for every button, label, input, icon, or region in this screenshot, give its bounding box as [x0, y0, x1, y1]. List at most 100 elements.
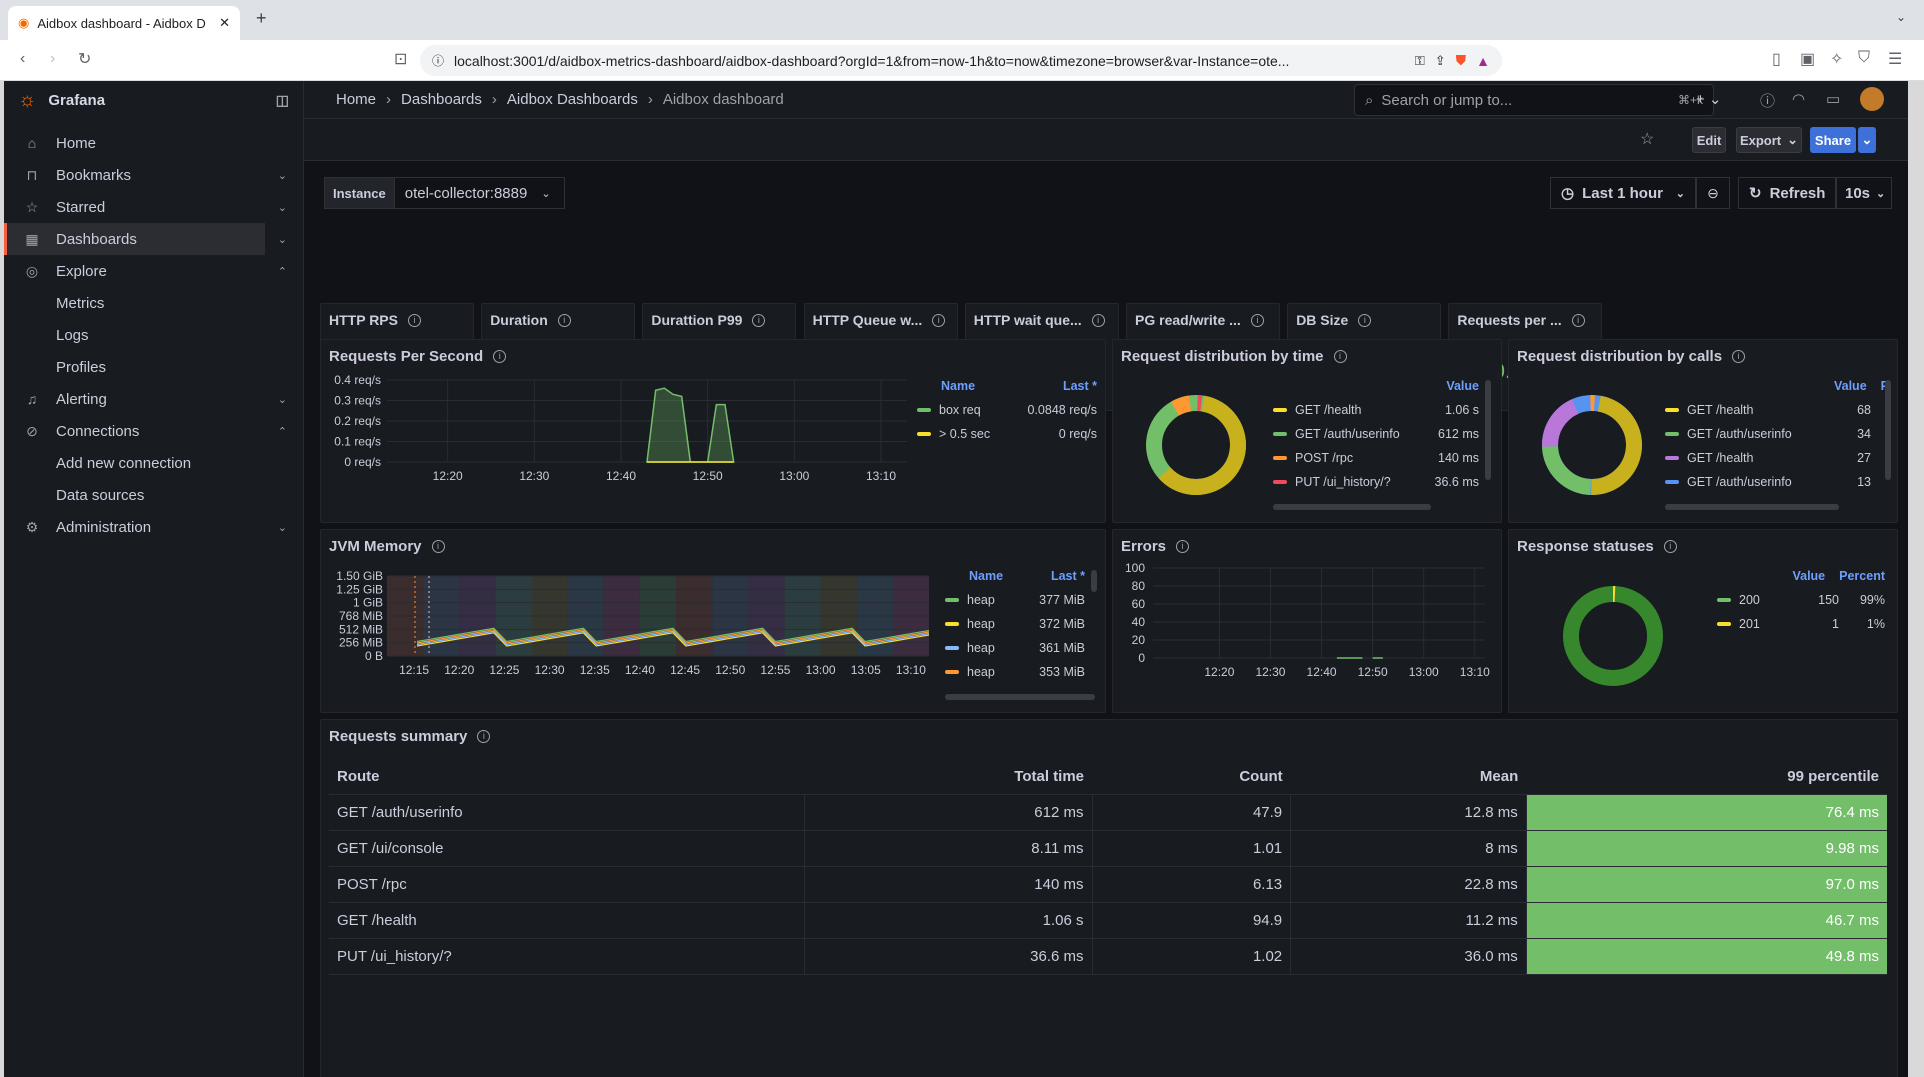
breadcrumb-home[interactable]: Home	[336, 91, 376, 108]
legend-header-name[interactable]: Name	[941, 379, 975, 393]
legend-item[interactable]: heap 377 MiB	[945, 588, 1085, 612]
avatar[interactable]	[1860, 87, 1884, 111]
sidebar-item-add-new-connection[interactable]: Add new connection	[4, 447, 303, 479]
time-range-picker[interactable]: ◷ Last 1 hour ⌄	[1550, 177, 1696, 209]
legend-item[interactable]: GET /health 1.06 s	[1273, 398, 1479, 422]
chevron-up-icon[interactable]: ⌃	[278, 265, 287, 278]
tab-menu-icon[interactable]: ⌄	[1896, 10, 1906, 24]
breadcrumb-dashboards[interactable]: Dashboards	[401, 91, 482, 108]
menu-icon[interactable]: ☰	[1888, 49, 1902, 69]
address-bar[interactable]: ⓘ localhost:3001/d/aidbox-metrics-dashbo…	[420, 45, 1502, 76]
share-page-icon[interactable]: ⇪	[1435, 53, 1446, 69]
sidebar-item-starred[interactable]: ☆ Starred ⌄	[4, 191, 303, 223]
sidebar-item-administration[interactable]: ⚙ Administration ⌄	[4, 511, 303, 543]
info-icon[interactable]: i	[1176, 540, 1190, 553]
scrollbar[interactable]	[1485, 380, 1491, 480]
legend-item[interactable]: PUT /ui_history/? 36.6 ms	[1273, 470, 1479, 494]
scrollbar[interactable]	[1091, 570, 1097, 592]
legend-item[interactable]: GET /auth/userinfo 13	[1665, 470, 1889, 494]
share-button[interactable]: Share	[1810, 127, 1856, 153]
bookmark-page-icon[interactable]: ⊡	[394, 49, 407, 69]
legend-item[interactable]: > 0.5 sec 0 req/s	[917, 422, 1097, 446]
info-icon[interactable]: i	[493, 350, 507, 363]
table-column-header[interactable]: Total time	[804, 760, 1092, 795]
sidebar-item-profiles[interactable]: Profiles	[4, 351, 303, 383]
edit-button[interactable]: Edit	[1692, 127, 1726, 153]
info-icon[interactable]: i	[1250, 313, 1264, 327]
instance-select[interactable]: otel-collector:8889 ⌄	[394, 177, 565, 209]
close-tab-icon[interactable]: ✕	[219, 15, 230, 31]
refresh-button[interactable]: ↻ Refresh	[1738, 177, 1836, 209]
table-column-header[interactable]: Count	[1092, 760, 1291, 795]
info-icon[interactable]: i	[1732, 350, 1746, 363]
sidebar-item-explore[interactable]: ◎ Explore ⌃	[4, 255, 303, 287]
chevron-down-icon[interactable]: ⌄	[278, 201, 287, 214]
search-input[interactable]: ⌕ Search or jump to... ⌘+k	[1354, 84, 1714, 116]
legend-header-percent[interactable]: Percent	[1839, 569, 1885, 583]
export-button[interactable]: Export ⌄	[1736, 127, 1802, 153]
back-icon[interactable]: ‹	[20, 50, 25, 68]
table-column-header[interactable]: Route	[329, 760, 805, 795]
info-icon[interactable]: i	[1663, 540, 1677, 553]
info-icon[interactable]: i	[1091, 313, 1105, 327]
legend-item[interactable]: box req 0.0848 req/s	[917, 398, 1097, 422]
chevron-down-icon[interactable]: ⌄	[278, 393, 287, 406]
chevron-down-icon[interactable]: ⌄	[278, 521, 287, 534]
legend-item[interactable]: GET /health 27	[1665, 446, 1889, 470]
sidebar-item-home[interactable]: ⌂ Home	[4, 127, 303, 159]
share-options-button[interactable]: ⌄	[1858, 127, 1876, 153]
legend-item[interactable]: heap 372 MiB	[945, 612, 1085, 636]
scrollbar[interactable]	[1885, 380, 1891, 480]
legend-item[interactable]: GET /health 68	[1665, 398, 1889, 422]
breadcrumb-aidbox-dashboards[interactable]: Aidbox Dashboards	[507, 91, 638, 108]
news-icon[interactable]: ◠	[1792, 90, 1805, 108]
vpn-icon[interactable]: ⛉	[1858, 49, 1870, 67]
sidebar-item-dashboards[interactable]: ▦ Dashboards ⌄	[4, 223, 287, 255]
scrollbar[interactable]	[945, 694, 1095, 700]
legend-header-last[interactable]: Last *	[1063, 379, 1097, 393]
sidebar-item-data-sources[interactable]: Data sources	[4, 479, 303, 511]
chevron-down-icon[interactable]: ⌄	[278, 169, 287, 182]
legend-item[interactable]: GET /auth/userinfo 612 ms	[1273, 422, 1479, 446]
legend-item[interactable]: heap 353 MiB	[945, 660, 1085, 684]
dock-menu-icon[interactable]: ◫	[276, 92, 289, 109]
new-tab-icon[interactable]: +	[256, 8, 267, 29]
legend-header-value[interactable]: Value	[1446, 379, 1479, 393]
legend-item[interactable]: heap 361 MiB	[945, 636, 1085, 660]
profile-devices-icon[interactable]: ▭	[1826, 90, 1840, 108]
scrollbar[interactable]	[1273, 504, 1431, 510]
scrollbar[interactable]	[1665, 504, 1839, 510]
legend-item[interactable]: POST /rpc 140 ms	[1273, 446, 1479, 470]
refresh-interval-select[interactable]: 10s ⌄	[1836, 177, 1892, 209]
table-column-header[interactable]: 99 percentile	[1526, 760, 1887, 795]
chevron-up-icon[interactable]: ⌃	[278, 425, 287, 438]
sidebar-item-bookmarks[interactable]: ⊓ Bookmarks ⌄	[4, 159, 303, 191]
sidebar-toggle-icon[interactable]: ▯	[1772, 49, 1781, 69]
legend-header-last[interactable]: Last *	[1051, 569, 1085, 583]
legend-item[interactable]: 201 1 1%	[1717, 612, 1885, 636]
help-icon[interactable]: ⓘ	[1760, 90, 1775, 111]
legend-header-value[interactable]: Value	[1834, 379, 1867, 393]
zoom-out-button[interactable]: ⊖	[1696, 177, 1730, 209]
brave-shield-icon[interactable]: ⛊	[1456, 52, 1467, 69]
site-info-icon[interactable]: ⓘ	[432, 52, 444, 69]
add-icon[interactable]: + ⌄	[1696, 90, 1722, 108]
legend-item[interactable]: 200 150 99%	[1717, 588, 1885, 612]
browser-tab[interactable]: ◉ Aidbox dashboard - Aidbox D ✕	[8, 6, 240, 40]
info-icon[interactable]: i	[1333, 350, 1347, 363]
sidebar-item-logs[interactable]: Logs	[4, 319, 303, 351]
star-dashboard-icon[interactable]: ☆	[1640, 129, 1654, 149]
info-icon[interactable]: i	[477, 730, 491, 743]
brave-rewards-icon[interactable]: ▲	[1476, 53, 1490, 69]
table-column-header[interactable]: Mean	[1290, 760, 1527, 795]
info-icon[interactable]: i	[431, 540, 445, 553]
sidebar-item-metrics[interactable]: Metrics	[4, 287, 303, 319]
reload-icon[interactable]: ↻	[78, 49, 91, 69]
chevron-down-icon[interactable]: ⌄	[278, 233, 287, 246]
legend-item[interactable]: GET /auth/userinfo 34	[1665, 422, 1889, 446]
sidebar-item-alerting[interactable]: ♫ Alerting ⌄	[4, 383, 303, 415]
leo-icon[interactable]: ✧	[1830, 49, 1843, 69]
legend-header-name[interactable]: Name	[969, 569, 1003, 583]
sidebar-item-connections[interactable]: ⊘ Connections ⌃	[4, 415, 303, 447]
wallet-icon[interactable]: ▣	[1800, 49, 1815, 69]
